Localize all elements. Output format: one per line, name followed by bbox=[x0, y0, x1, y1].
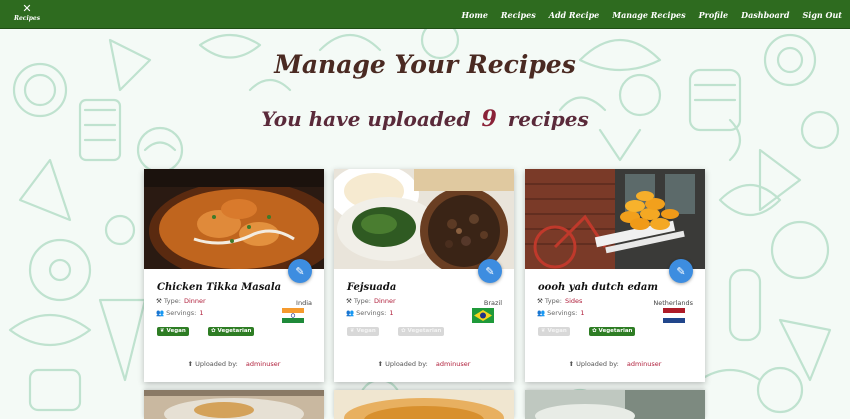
vegan-label: Vegan bbox=[166, 328, 186, 334]
page-title: Manage Your Recipes bbox=[274, 50, 576, 79]
recipe-servings-value: 1 bbox=[389, 309, 394, 317]
recipe-type-value: Dinner bbox=[373, 297, 396, 305]
india-flag-icon bbox=[282, 308, 304, 323]
nav-link-add-recipe[interactable]: Add Recipe bbox=[549, 10, 600, 20]
recipe-country: India bbox=[252, 299, 312, 323]
recipe-servings-line: 👥 Servings: 1 bbox=[537, 309, 585, 317]
recipe-image[interactable] bbox=[334, 169, 514, 269]
user-edit-icon: ✎ bbox=[485, 264, 495, 278]
users-icon: 👥 bbox=[156, 309, 165, 317]
edit-recipe-button[interactable]: ✎ bbox=[288, 259, 312, 283]
recipe-count-heading: You have uploaded 9 recipes bbox=[0, 106, 850, 132]
recipe-count-suffix: recipes bbox=[507, 107, 589, 131]
uploader-name[interactable]: adminuser bbox=[436, 360, 471, 368]
recipe-card[interactable]: ✎ Fejsuada ⚒ Type: Dinner 👥 Servings: 1 Braz… bbox=[334, 169, 514, 382]
user-edit-icon: ✎ bbox=[295, 264, 305, 278]
uploaded-by: ⬆ Uploaded by: adminuser bbox=[144, 360, 324, 368]
recipe-count-value: 9 bbox=[481, 106, 497, 132]
vegan-label: Vegan bbox=[547, 328, 567, 334]
nav-link-sign-out[interactable]: Sign Out bbox=[803, 10, 843, 20]
recipe-count-prefix: You have uploaded bbox=[261, 107, 471, 131]
nav-link-home[interactable]: Home bbox=[461, 10, 487, 20]
country-name: India bbox=[296, 299, 312, 307]
brand-logo[interactable]: ✕ Recipes bbox=[14, 3, 40, 27]
brazil-flag-icon bbox=[472, 308, 494, 323]
users-icon: 👥 bbox=[346, 309, 355, 317]
uploader-name[interactable]: adminuser bbox=[627, 360, 662, 368]
recipe-card-partial[interactable] bbox=[334, 390, 514, 419]
type-label: Type: bbox=[353, 297, 371, 305]
uploaded-by: ⬆ Uploaded by: adminuser bbox=[334, 360, 514, 368]
wrench-icon: ⚒ bbox=[346, 297, 352, 305]
brand-text: Recipes bbox=[14, 15, 41, 22]
servings-label: Servings: bbox=[547, 309, 578, 317]
netherlands-flag-icon bbox=[663, 308, 685, 323]
servings-label: Servings: bbox=[166, 309, 197, 317]
vegetarian-label: Vegetarian bbox=[407, 328, 442, 334]
user-upload-icon: ⬆ bbox=[187, 360, 194, 368]
vegan-label: Vegan bbox=[356, 328, 376, 334]
uploaded-by-label: Uploaded by: bbox=[576, 360, 619, 368]
user-upload-icon: ⬆ bbox=[377, 360, 384, 368]
recipe-image bbox=[334, 390, 514, 419]
nav-link-profile[interactable]: Profile bbox=[699, 10, 729, 20]
uploader-name[interactable]: adminuser bbox=[246, 360, 281, 368]
edit-recipe-button[interactable]: ✎ bbox=[478, 259, 502, 283]
recipe-card-partial[interactable] bbox=[144, 390, 324, 419]
navbar: ✕ Recipes Home Recipes Add Recipe Manage… bbox=[0, 0, 850, 29]
wrench-icon: ⚒ bbox=[537, 297, 543, 305]
recipe-name: Chicken Tikka Masala bbox=[157, 282, 282, 293]
recipe-image[interactable] bbox=[144, 169, 324, 269]
recipe-image bbox=[144, 390, 324, 419]
vegan-badge: ❦ Vegan bbox=[347, 327, 379, 336]
type-label: Type: bbox=[544, 297, 562, 305]
uploaded-by-label: Uploaded by: bbox=[385, 360, 428, 368]
recipe-type-line: ⚒ Type: Sides bbox=[537, 297, 582, 305]
recipe-name: Fejsuada bbox=[347, 282, 397, 293]
recipe-type-line: ⚒ Type: Dinner bbox=[156, 297, 206, 305]
recipe-name: oooh yah dutch edam bbox=[538, 282, 658, 293]
wrench-icon: ⚒ bbox=[156, 297, 162, 305]
recipe-image bbox=[525, 390, 705, 419]
recipe-type-line: ⚒ Type: Dinner bbox=[346, 297, 396, 305]
fork-knife-icon: ✕ bbox=[22, 2, 32, 15]
recipe-type-value: Sides bbox=[564, 297, 583, 305]
recipe-type-value: Dinner bbox=[183, 297, 206, 305]
edit-recipe-button[interactable]: ✎ bbox=[669, 259, 693, 283]
type-label: Type: bbox=[163, 297, 181, 305]
vegetarian-label: Vegetarian bbox=[598, 328, 633, 334]
recipe-image[interactable] bbox=[525, 169, 705, 269]
vegan-badge: ❦ Vegan bbox=[538, 327, 570, 336]
vegan-badge: ❦ Vegan bbox=[157, 327, 189, 336]
vegetarian-badge: ✿ Vegetarian bbox=[398, 327, 445, 336]
users-icon: 👥 bbox=[537, 309, 546, 317]
vegetarian-badge: ✿ Vegetarian bbox=[589, 327, 636, 336]
recipe-country: Brazil bbox=[442, 299, 502, 323]
recipe-card-partial[interactable] bbox=[525, 390, 705, 419]
user-edit-icon: ✎ bbox=[676, 264, 686, 278]
recipe-card[interactable]: ✎ oooh yah dutch edam ⚒ Type: Sides 👥 Servi… bbox=[525, 169, 705, 382]
recipe-servings-line: 👥 Servings: 1 bbox=[156, 309, 204, 317]
servings-label: Servings: bbox=[356, 309, 387, 317]
recipe-country: Netherlands bbox=[633, 299, 693, 323]
vegetarian-label: Vegetarian bbox=[217, 328, 252, 334]
user-upload-icon: ⬆ bbox=[568, 360, 575, 368]
uploaded-by-label: Uploaded by: bbox=[195, 360, 238, 368]
country-name: Netherlands bbox=[653, 299, 693, 307]
vegetarian-badge: ✿ Vegetarian bbox=[208, 327, 255, 336]
recipe-servings-value: 1 bbox=[199, 309, 204, 317]
recipe-servings-line: 👥 Servings: 1 bbox=[346, 309, 394, 317]
uploaded-by: ⬆ Uploaded by: adminuser bbox=[525, 360, 705, 368]
nav-link-manage-recipes[interactable]: Manage Recipes bbox=[612, 10, 685, 20]
recipe-card[interactable]: ✎ Chicken Tikka Masala ⚒ Type: Dinner 👥 Ser… bbox=[144, 169, 324, 382]
nav-link-recipes[interactable]: Recipes bbox=[501, 10, 536, 20]
country-name: Brazil bbox=[483, 299, 502, 307]
nav-link-dashboard[interactable]: Dashboard bbox=[741, 10, 789, 20]
recipe-servings-value: 1 bbox=[580, 309, 585, 317]
nav-links: Home Recipes Add Recipe Manage Recipes P… bbox=[448, 0, 842, 29]
